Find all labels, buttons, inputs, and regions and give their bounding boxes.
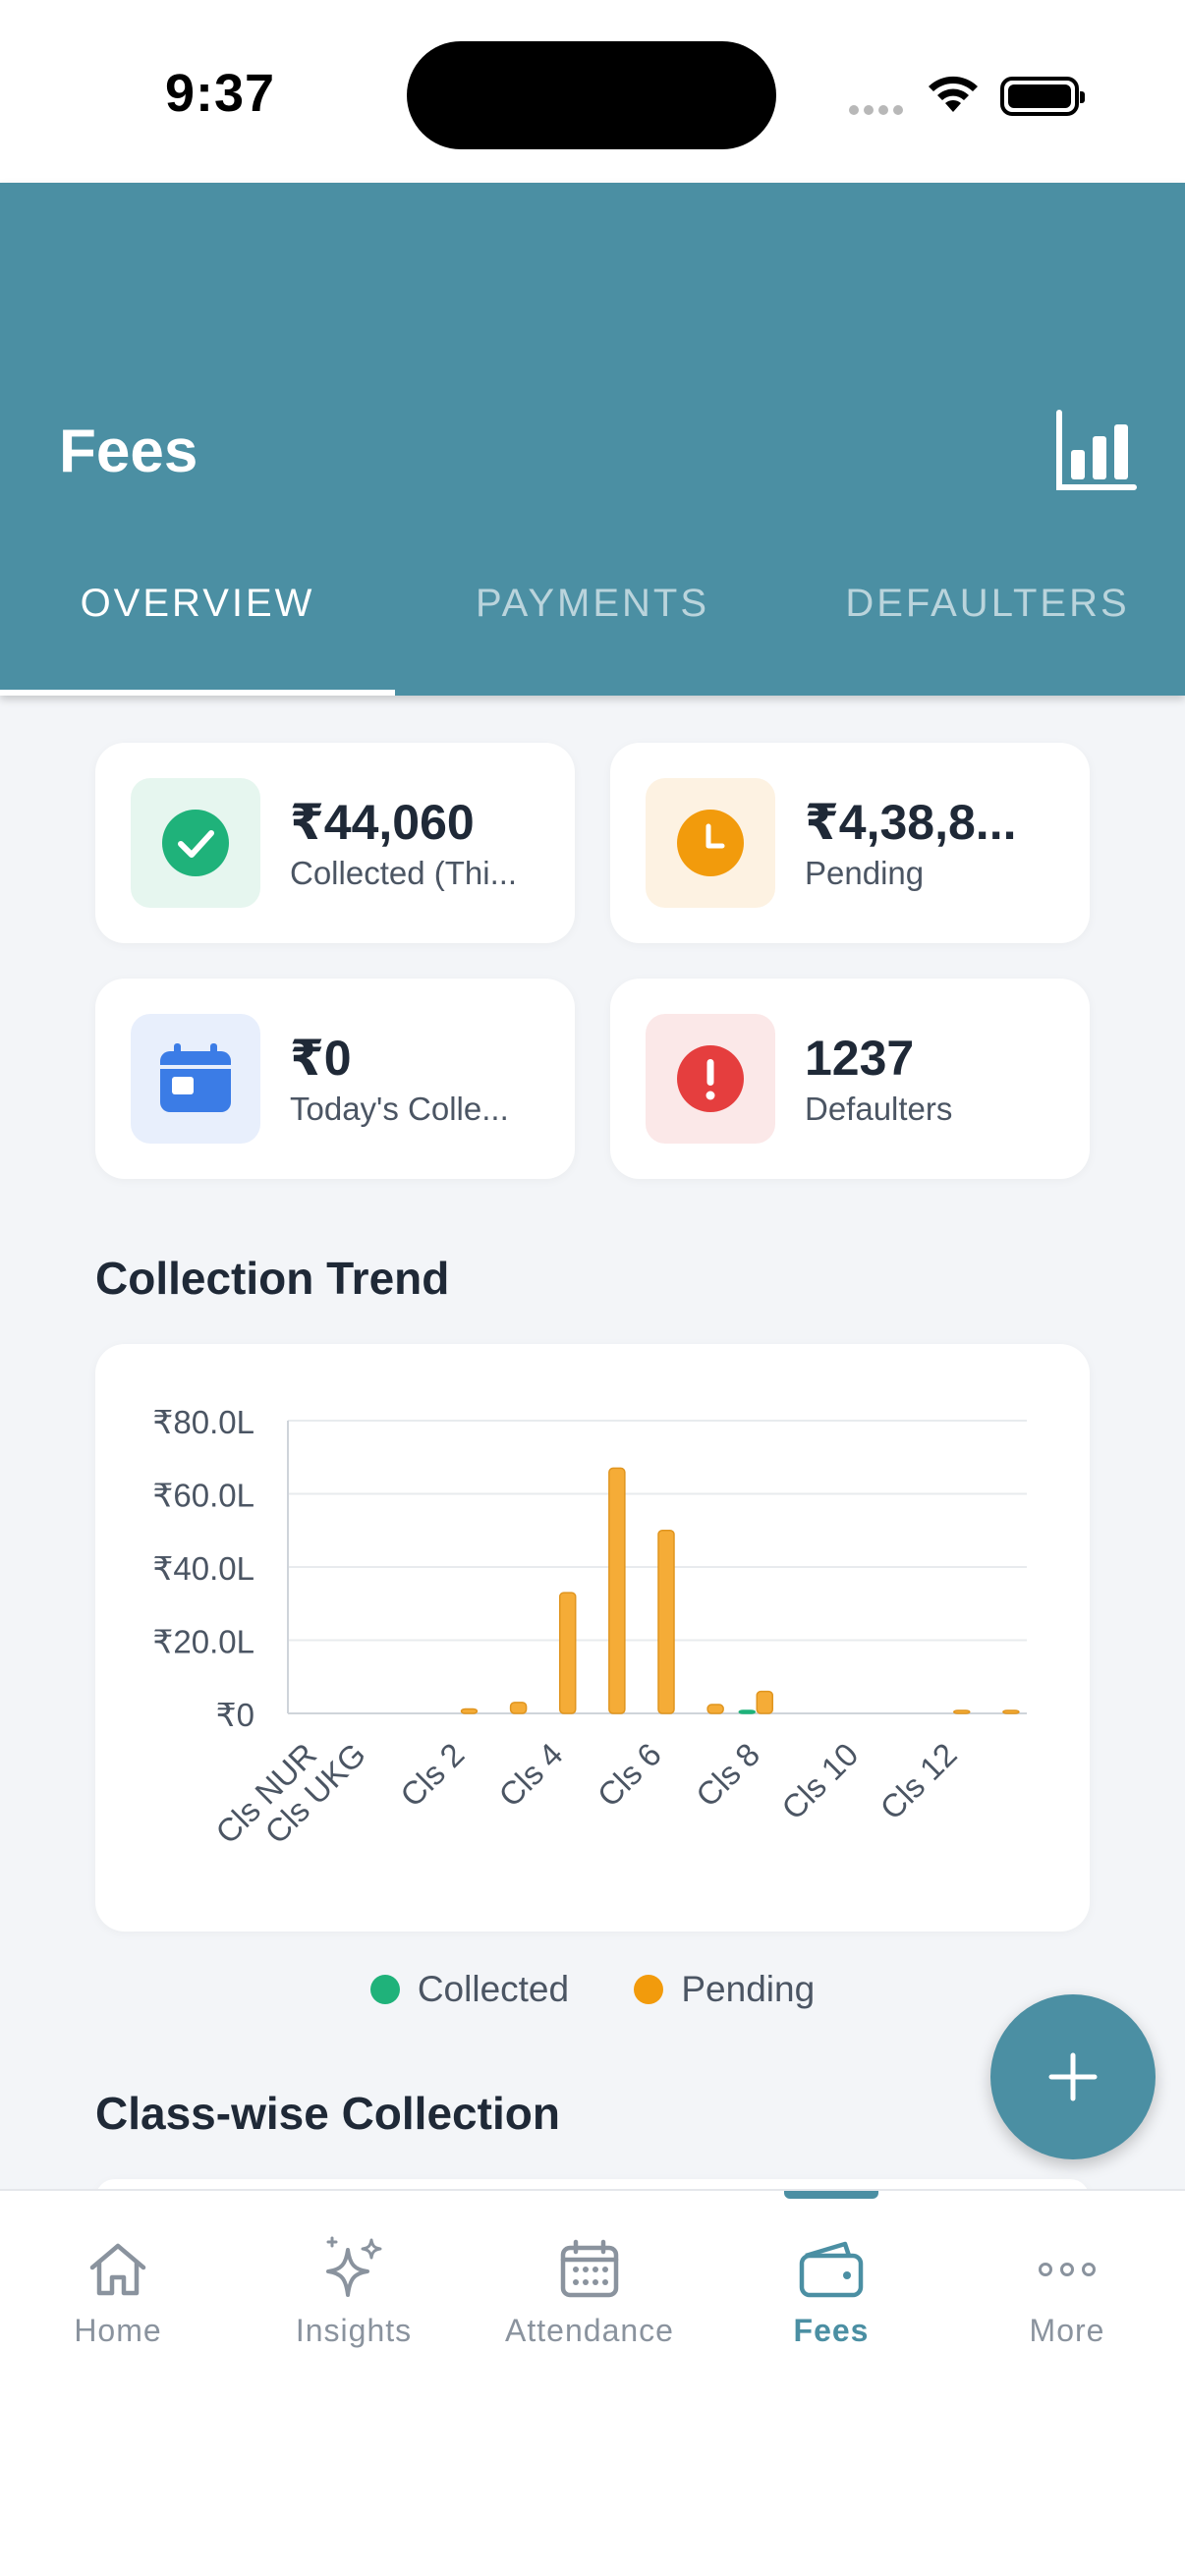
collection-trend-chart: ₹0₹20.0L₹40.0L₹60.0L₹80.0LCls NURCls UKG… [152, 1404, 1027, 1851]
legend-dot-pending [634, 1975, 664, 2004]
tab-overview[interactable]: OVERVIEW [0, 572, 395, 696]
bar-pending-cls-7 [706, 1704, 724, 1714]
alert-icon [677, 1045, 744, 1112]
x-tick-label: Cls 8 [689, 1736, 766, 1814]
stat-label: Today's Colle... [290, 1091, 509, 1127]
calendar-icon [160, 1043, 231, 1112]
stat-card-pending[interactable]: ₹4,38,8... Pending [610, 743, 1090, 943]
wifi-icon [929, 76, 978, 112]
y-tick-label: ₹40.0L [152, 1550, 254, 1587]
app-header: Fees OVERVIEW PAYMENTS DEFAULTERS [0, 183, 1185, 696]
clock-icon [677, 810, 744, 876]
check-circle-icon [162, 810, 229, 876]
nav-label: Attendance [505, 2313, 674, 2348]
section-title-class-wise: Class-wise Collection [95, 2088, 560, 2139]
tab-bar: OVERVIEW PAYMENTS DEFAULTERS [0, 572, 1185, 696]
wallet-icon [799, 2241, 864, 2298]
chart-card: ₹0 ₹20.0L ₹40.0L ₹60.0L ₹80.0L Cls NUR Cls UKG… [95, 1344, 1090, 1932]
bar-collected-cls-8 [738, 1709, 757, 1714]
x-tick-label: Cls 10 [774, 1736, 865, 1826]
bar-pending-cls-4 [558, 1592, 577, 1714]
stat-value: 1237 [805, 1031, 915, 1086]
active-tab-indicator [784, 2191, 878, 2199]
x-tick-label: Cls 6 [591, 1736, 668, 1814]
stat-icon-box [131, 778, 260, 908]
x-tick-label: Cls 2 [393, 1736, 471, 1814]
stat-icon-box [646, 1014, 775, 1144]
stat-card-collected[interactable]: ₹44,060 Collected (Thi... [95, 743, 575, 943]
nav-label: More [1029, 2313, 1105, 2348]
stat-card-defaulters[interactable]: 1237 Defaulters [610, 979, 1090, 1179]
legend-item-pending: Pending [634, 1969, 815, 2010]
bar-pending-cls-12 [953, 1709, 971, 1714]
nav-label: Home [74, 2313, 162, 2348]
stat-value: ₹4,38,8... [805, 795, 1017, 850]
status-time: 9:37 [165, 64, 276, 123]
y-tick-label: ₹20.0L [152, 1624, 254, 1660]
home-icon [89, 2243, 146, 2296]
x-tick-label: Cls 4 [491, 1736, 569, 1814]
page-title: Fees [59, 418, 198, 485]
bar-pending-cls-6 [657, 1530, 675, 1714]
dynamic-island [407, 41, 776, 149]
tab-defaulters[interactable]: DEFAULTERS [790, 572, 1185, 696]
plus-icon [1048, 2052, 1098, 2101]
x-tick-label: Cls 12 [873, 1736, 963, 1826]
add-fab-button[interactable] [990, 1994, 1156, 2159]
bar-pending-cls-8 [756, 1690, 774, 1714]
bottom-nav: Home Insights Attendance Fees More [0, 2189, 1185, 2576]
calendar-grid-icon [560, 2239, 619, 2298]
legend-label: Collected [417, 1969, 570, 2009]
tab-payments[interactable]: PAYMENTS [395, 572, 790, 696]
sparkles-icon [326, 2236, 382, 2297]
section-title-collection-trend: Collection Trend [95, 1253, 450, 1304]
signal-icon [849, 102, 908, 120]
bar-pending-cls-13 [1002, 1709, 1020, 1714]
legend-label: Pending [681, 1969, 816, 2009]
stat-value: ₹44,060 [290, 795, 475, 850]
battery-icon [1000, 77, 1085, 116]
stat-value: ₹0 [290, 1031, 352, 1086]
more-dots-icon [1039, 2263, 1096, 2276]
bar-pending-cls-2 [460, 1708, 479, 1714]
stat-label: Collected (Thi... [290, 855, 518, 891]
y-tick-label: ₹0 [216, 1697, 254, 1733]
legend-item-collected: Collected [369, 1969, 570, 2010]
legend-dot-collected [369, 1975, 400, 2004]
stat-label: Pending [805, 855, 925, 891]
y-tick-label: ₹60.0L [152, 1478, 254, 1514]
status-bar: 9:37 [0, 0, 1185, 183]
nav-label: Fees [793, 2313, 870, 2348]
stat-icon-box [646, 778, 775, 908]
bar-pending-cls-5 [608, 1467, 626, 1714]
stat-card-today[interactable]: ₹0 Today's Colle... [95, 979, 575, 1179]
bar-chart-icon[interactable] [1051, 407, 1140, 495]
nav-label: Insights [295, 2313, 413, 2348]
stat-icon-box [131, 1014, 260, 1144]
y-tick-label: ₹80.0L [152, 1404, 254, 1440]
stat-label: Defaulters [805, 1091, 953, 1127]
chart-legend: Collected Pending [0, 1969, 1185, 2013]
bar-pending-cls-3 [509, 1702, 528, 1714]
